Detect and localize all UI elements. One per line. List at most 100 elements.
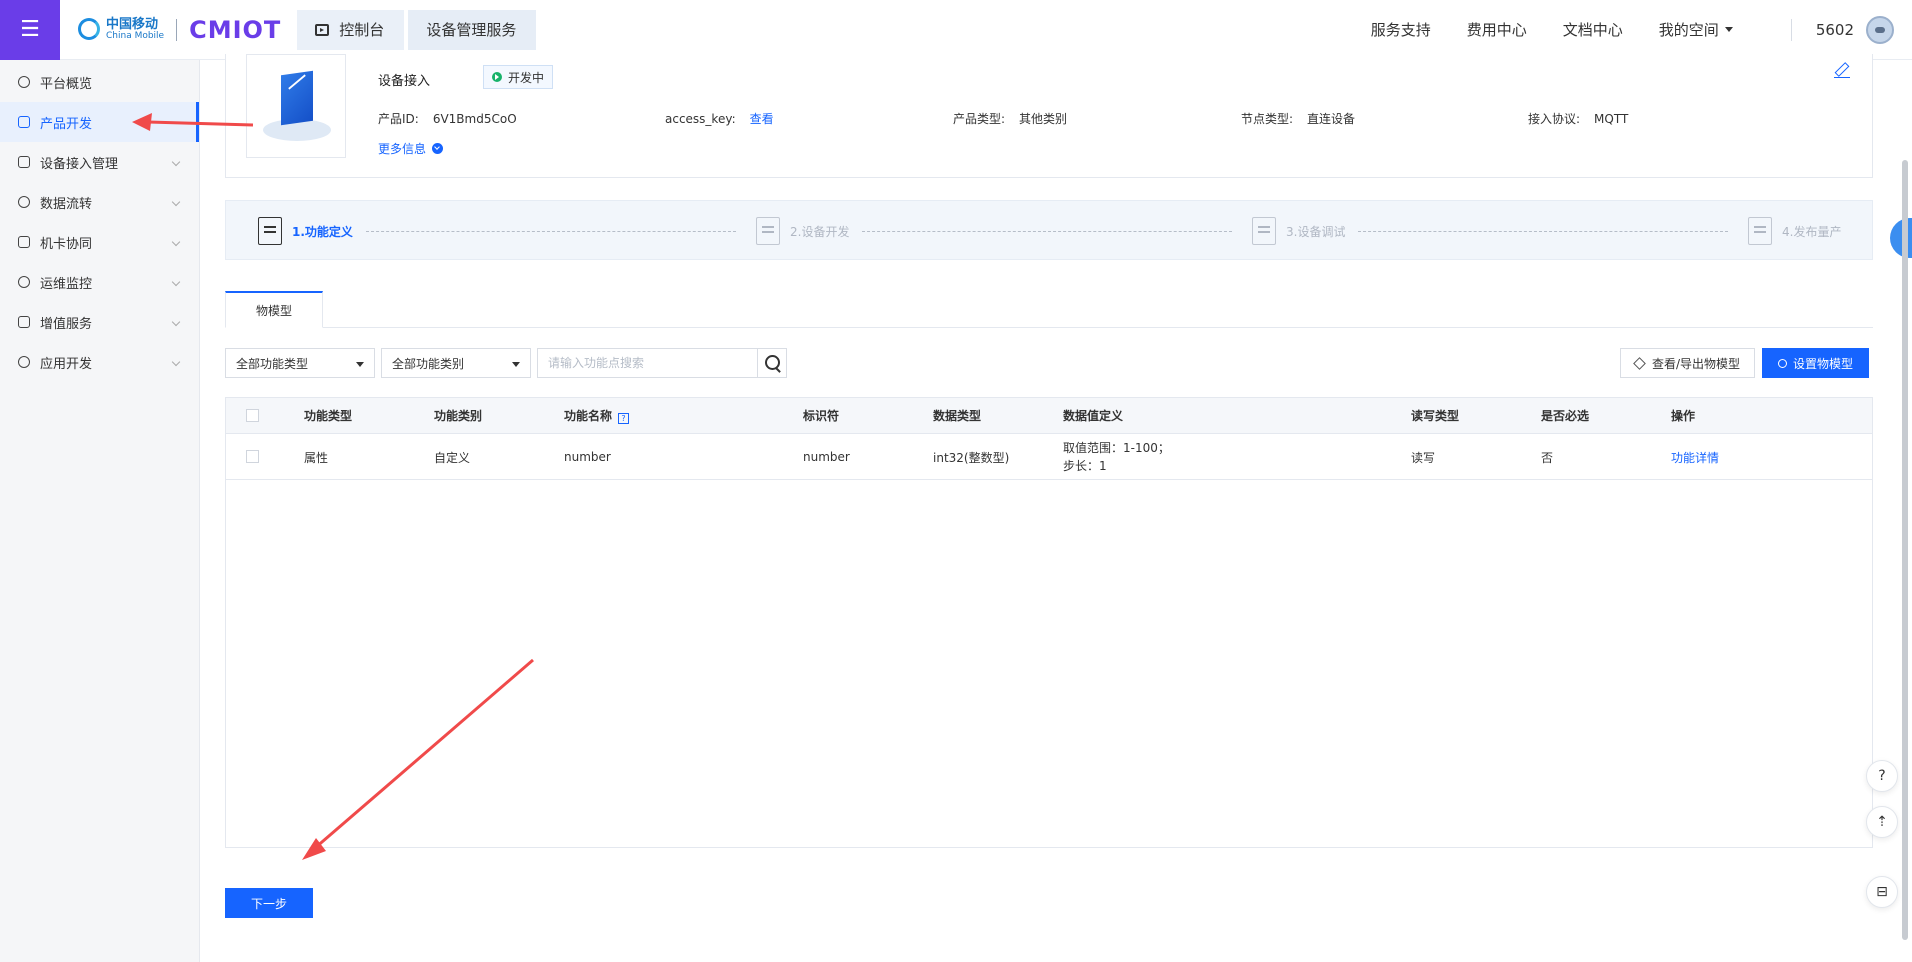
chevron-down-icon: [512, 362, 520, 367]
meta-key: 节点类型:: [1241, 112, 1294, 126]
logo[interactable]: 中国移动 China Mobile CMIOT: [78, 0, 281, 60]
meta-value: 6V1Bmd5CoO: [432, 112, 517, 126]
meta-key: access_key:: [665, 112, 736, 126]
meta-access-key: access_key: 查看: [665, 110, 774, 127]
col-actions: 操作: [1671, 409, 1696, 423]
avatar[interactable]: [1866, 15, 1894, 44]
table-row: 属性 自定义 number number int32(整数型) 取值范围：1-1…: [226, 434, 1872, 480]
sidebar-item-label: 数据流转: [40, 196, 93, 212]
sidebar-item-value-added[interactable]: 增值服务: [0, 302, 199, 342]
col-function-category: 功能类别: [434, 409, 483, 423]
set-model-button[interactable]: 设置物模型: [1762, 348, 1870, 378]
sidebar-item-label: 机卡协同: [40, 236, 93, 252]
meta-key: 接入协议:: [1528, 112, 1581, 126]
step-label: 3.设备调试: [1286, 224, 1346, 239]
function-detail-link[interactable]: 功能详情: [1671, 434, 1719, 480]
nav-docs[interactable]: 文档中心: [1563, 19, 1623, 40]
product-image: [246, 54, 346, 158]
sidebar-item-monitor[interactable]: 运维监控: [0, 262, 199, 302]
col-identifier: 标识符: [803, 409, 840, 423]
sidebar: 平台概览 产品开发 设备接入管理 数据流转 机卡协同 运维监控 增值服务 应用开…: [0, 60, 200, 962]
meta-value: 直连设备: [1307, 112, 1356, 126]
search-box: [537, 348, 787, 378]
cell-function-category: 自定义: [434, 450, 471, 465]
debug-icon: [1252, 217, 1276, 245]
view-export-model-button[interactable]: 查看/导出物模型: [1620, 348, 1756, 378]
row-checkbox[interactable]: [246, 450, 259, 463]
sidebar-item-data-flow[interactable]: 数据流转: [0, 182, 199, 222]
view-access-key-link[interactable]: 查看: [750, 112, 774, 126]
table-header: 功能类型 功能类别 功能名称? 标识符 数据类型 数据值定义 读写类型 是否必选…: [226, 398, 1872, 434]
more-info-link[interactable]: 更多信息: [378, 140, 444, 157]
function-category-value: 全部功能类别: [392, 356, 465, 371]
upload-icon[interactable]: ⇡: [1866, 806, 1898, 838]
chevron-down-icon: [356, 362, 364, 367]
status-badge: 开发中: [483, 65, 554, 89]
top-nav: 服务支持 费用中心 文档中心 我的空间 5602: [1335, 0, 1912, 60]
function-type-select[interactable]: 全部功能类型: [225, 348, 375, 378]
help-icon[interactable]: ?: [618, 413, 630, 424]
sidebar-item-overview[interactable]: 平台概览: [0, 62, 199, 102]
step-publish: 4.发布量产: [1748, 201, 1841, 261]
value-range: 取值范围：1-100；: [1063, 441, 1170, 455]
nav-my-space[interactable]: 我的空间: [1659, 19, 1733, 40]
function-category-select[interactable]: 全部功能类别: [381, 348, 531, 378]
set-model-label: 设置物模型: [1793, 356, 1854, 371]
breadcrumb-device-service-label: 设备管理服务: [426, 21, 517, 39]
cell-function-type: 属性: [304, 450, 329, 465]
user-id[interactable]: 5602: [1816, 21, 1854, 39]
sidebar-item-card-collab[interactable]: 机卡协同: [0, 222, 199, 262]
chevron-down-icon: [171, 277, 181, 287]
edit-icon[interactable]: [1834, 62, 1850, 78]
chevron-down-icon: [171, 157, 181, 167]
chevron-down-icon: [171, 197, 181, 207]
sidebar-item-label: 应用开发: [40, 356, 93, 372]
sidebar-item-app-dev[interactable]: 应用开发: [0, 342, 199, 382]
breadcrumb-console-label: 控制台: [339, 21, 385, 39]
cell-rw-type: 读写: [1411, 450, 1436, 465]
search-input[interactable]: [537, 348, 757, 378]
breadcrumb-console[interactable]: 控制台: [297, 9, 405, 50]
step-label: 1.功能定义: [292, 224, 353, 239]
cube-icon: [18, 116, 30, 128]
col-value-definition: 数据值定义: [1063, 409, 1124, 423]
printer-icon: [756, 217, 780, 245]
col-rw-type: 读写类型: [1411, 409, 1460, 423]
nav-service-support[interactable]: 服务支持: [1371, 19, 1431, 40]
nav-billing[interactable]: 费用中心: [1467, 19, 1527, 40]
sidebar-item-label: 运维监控: [40, 276, 93, 292]
menu-icon[interactable]: ☰: [0, 0, 60, 60]
search-icon[interactable]: [757, 348, 787, 378]
top-bar: ☰ 中国移动 China Mobile CMIOT 控制台 设备管理服务 服务支…: [0, 0, 1912, 60]
scrollbar[interactable]: [1902, 160, 1908, 940]
logo-cn: 中国移动: [106, 16, 159, 32]
logo-divider: [176, 18, 178, 41]
sidebar-item-label: 设备接入管理: [40, 156, 119, 172]
breadcrumb-device-service[interactable]: 设备管理服务: [408, 9, 537, 50]
cell-required: 否: [1541, 450, 1554, 465]
next-step-button[interactable]: 下一步: [225, 888, 313, 918]
function-type-value: 全部功能类型: [236, 356, 309, 371]
circle-icon: [1778, 358, 1787, 368]
step-connector: [366, 231, 736, 232]
nav-my-space-label: 我的空间: [1658, 21, 1719, 39]
product-name: 设备接入: [378, 74, 431, 89]
collapse-icon[interactable]: ⊟: [1866, 876, 1898, 908]
nav-divider: [1790, 18, 1792, 41]
help-icon[interactable]: ?: [1866, 760, 1898, 792]
console-icon: [315, 23, 330, 36]
cell-value-definition: 取值范围：1-100； 步长：1: [1063, 434, 1170, 480]
sidebar-item-product-dev[interactable]: 产品开发: [0, 102, 199, 142]
breadcrumb: 控制台 设备管理服务: [297, 9, 537, 50]
step-label: 4.发布量产: [1782, 224, 1842, 239]
tab-thing-model[interactable]: 物模型: [225, 291, 323, 328]
step-connector: [862, 231, 1232, 232]
diamond-icon: [1633, 356, 1646, 370]
select-all-checkbox[interactable]: [246, 409, 259, 422]
step-device-debug: 3.设备调试: [1252, 201, 1345, 261]
value-step: 步长：1: [1063, 459, 1107, 473]
sidebar-item-device-access[interactable]: 设备接入管理: [0, 142, 199, 182]
chevron-down-icon: [1724, 27, 1733, 32]
chevron-down-icon: [171, 237, 181, 247]
status-text: 开发中: [508, 70, 545, 85]
